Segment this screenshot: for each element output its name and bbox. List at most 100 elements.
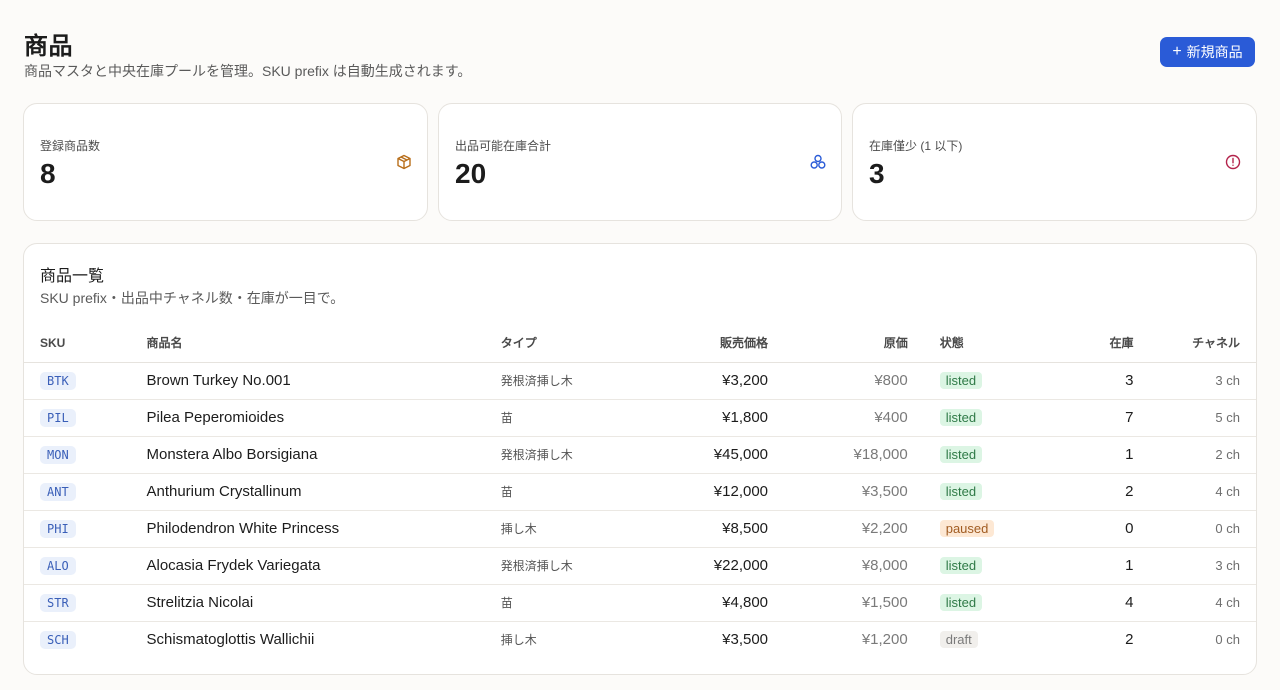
product-name[interactable]: Anthurium Crystallinum (146, 473, 501, 511)
table-row[interactable]: ANT Anthurium Crystallinum 苗 ¥12,000 ¥3,500 l… (24, 473, 1256, 511)
sale-price: ¥22,000 (622, 547, 769, 585)
stat-value: 3 (869, 158, 885, 189)
product-name[interactable]: Alocasia Frydek Variegata (146, 547, 501, 585)
sku-badge: STR (40, 593, 76, 612)
stat-label: 登録商品数 (40, 139, 101, 153)
cost-price: ¥2,200 (768, 510, 908, 548)
sku-cell: SCH (24, 621, 146, 658)
sku-badge: BTK (40, 371, 76, 390)
channel-count: 5 ch (1133, 399, 1256, 437)
stock-count: 3 (1029, 362, 1134, 400)
stock-count: 4 (1029, 584, 1134, 622)
new-product-button[interactable]: + 新規商品 (1160, 37, 1255, 67)
product-table: SKU 商品名 タイプ 販売価格 原価 状態 在庫 チャネル BTK Brown … (24, 324, 1256, 658)
sku-cell: MON (24, 436, 147, 474)
plus-icon: + (1172, 43, 1182, 60)
package-icon (397, 154, 411, 170)
stat-card-available-stock: 出品可能在庫合計 20 (438, 103, 842, 221)
cost-price: ¥400 (768, 399, 908, 437)
status-badge: listed (939, 483, 983, 500)
column-header-cost[interactable]: 原価 (768, 324, 908, 363)
cost-price: ¥800 (768, 362, 908, 400)
stat-label: 在庫僅少 (1 以下) (869, 139, 963, 153)
stock-count: 1 (1029, 436, 1134, 474)
table-row[interactable]: STR Strelitzia Nicolai 苗 ¥4,800 ¥1,500 listed… (24, 584, 1256, 622)
page-title: 商品 (24, 33, 73, 60)
channel-count: 3 ch (1133, 547, 1256, 585)
table-row[interactable]: PIL Pilea Peperomioides 苗 ¥1,800 ¥400 listed 7… (24, 399, 1256, 437)
table-row[interactable]: PHI Philodendron White Princess 挿し木 ¥8,500 ¥… (24, 510, 1256, 548)
product-type: 発根済挿し木 (500, 547, 623, 585)
status-badge: listed (939, 409, 983, 426)
sale-price: ¥3,500 (722, 631, 769, 649)
product-name[interactable]: Brown Turkey No.001 (146, 362, 501, 400)
table-row[interactable]: BTK Brown Turkey No.001 発根済挿し木 ¥3,200 ¥800 li… (24, 362, 1256, 400)
product-type: 発根済挿し木 (500, 436, 623, 474)
column-header-sku[interactable]: SKU (24, 324, 147, 363)
cost-price: ¥18,000 (768, 436, 908, 474)
sku-cell: BTK (24, 362, 147, 400)
table-row[interactable]: ALO Alocasia Frydek Variegata 発根済挿し木 ¥22,00… (24, 547, 1256, 585)
sku-badge: SCH (40, 630, 76, 649)
product-type: 発根済挿し木 (500, 362, 623, 400)
channel-count: 4 ch (1133, 584, 1256, 622)
channel-count: 0 ch (1215, 632, 1240, 648)
channel-count: 2 ch (1133, 436, 1256, 474)
sale-price: ¥45,000 (622, 436, 769, 474)
sale-price: ¥3,200 (622, 362, 769, 400)
stock-count: 0 (1029, 510, 1134, 548)
product-name[interactable]: Schismatoglottis Wallichii (146, 621, 500, 658)
column-header-type[interactable]: タイプ (500, 324, 623, 363)
product-name[interactable]: Monstera Albo Borsigiana (146, 436, 501, 474)
product-type: 挿し木 (500, 510, 623, 548)
stat-value: 8 (40, 158, 56, 189)
column-header-name[interactable]: 商品名 (146, 324, 501, 363)
status-cell: listed (907, 584, 1030, 622)
cost-price: ¥8,000 (768, 547, 908, 585)
sale-price: ¥12,000 (622, 473, 769, 511)
sale-price: ¥1,800 (622, 399, 769, 437)
sku-cell: ANT (24, 473, 147, 511)
sku-cell: PIL (24, 399, 147, 437)
product-type: 苗 (500, 473, 623, 511)
column-header-price[interactable]: 販売価格 (622, 324, 769, 363)
status-cell: listed (907, 436, 1030, 474)
alert-circle-icon (1225, 154, 1241, 170)
boxes-icon (810, 154, 826, 169)
stock-count: 1 (1029, 547, 1134, 585)
status-cell: paused (907, 510, 1030, 548)
products-page: 商品 商品マスタと中央在庫プールを管理。SKU prefix は自動生成されます… (0, 0, 1280, 690)
column-header-status[interactable]: 状態 (907, 324, 1030, 363)
table-row[interactable]: SCH Schismatoglottis Wallichii 挿し木 ¥3,500 ¥1… (24, 621, 1256, 658)
status-badge: listed (939, 446, 983, 463)
column-header-stock[interactable]: 在庫 (1029, 324, 1134, 363)
page-subtitle: 商品マスタと中央在庫プールを管理。SKU prefix は自動生成されます。 (24, 63, 472, 79)
status-badge: paused (939, 520, 995, 537)
stock-count: 7 (1029, 399, 1134, 437)
stock-count: 2 (1125, 631, 1134, 649)
status-cell: listed (907, 362, 1030, 400)
stat-value: 20 (455, 158, 487, 189)
product-type: 苗 (500, 584, 623, 622)
sku-cell: PHI (24, 510, 147, 548)
product-name[interactable]: Philodendron White Princess (146, 510, 501, 548)
sku-cell: STR (24, 584, 147, 622)
status-badge: listed (939, 372, 983, 389)
sale-price: ¥8,500 (622, 510, 769, 548)
sku-badge: ANT (40, 482, 76, 501)
list-title: 商品一覧 (40, 268, 105, 285)
column-header-channels[interactable]: チャネル (1133, 324, 1256, 363)
sku-badge: PHI (40, 519, 76, 538)
sku-cell: ALO (24, 547, 147, 585)
channel-count: 4 ch (1133, 473, 1256, 511)
cost-price: ¥1,200 (861, 631, 908, 649)
table-row[interactable]: MON Monstera Albo Borsigiana 発根済挿し木 ¥45,000… (24, 436, 1256, 474)
status-cell: listed (907, 473, 1030, 511)
cost-price: ¥3,500 (768, 473, 908, 511)
product-name[interactable]: Pilea Peperomioides (146, 399, 501, 437)
status-badge: draft (939, 631, 978, 649)
channel-count: 0 ch (1133, 510, 1256, 548)
product-name[interactable]: Strelitzia Nicolai (146, 584, 501, 622)
sku-badge: PIL (40, 408, 76, 427)
status-cell: listed (907, 399, 1030, 437)
